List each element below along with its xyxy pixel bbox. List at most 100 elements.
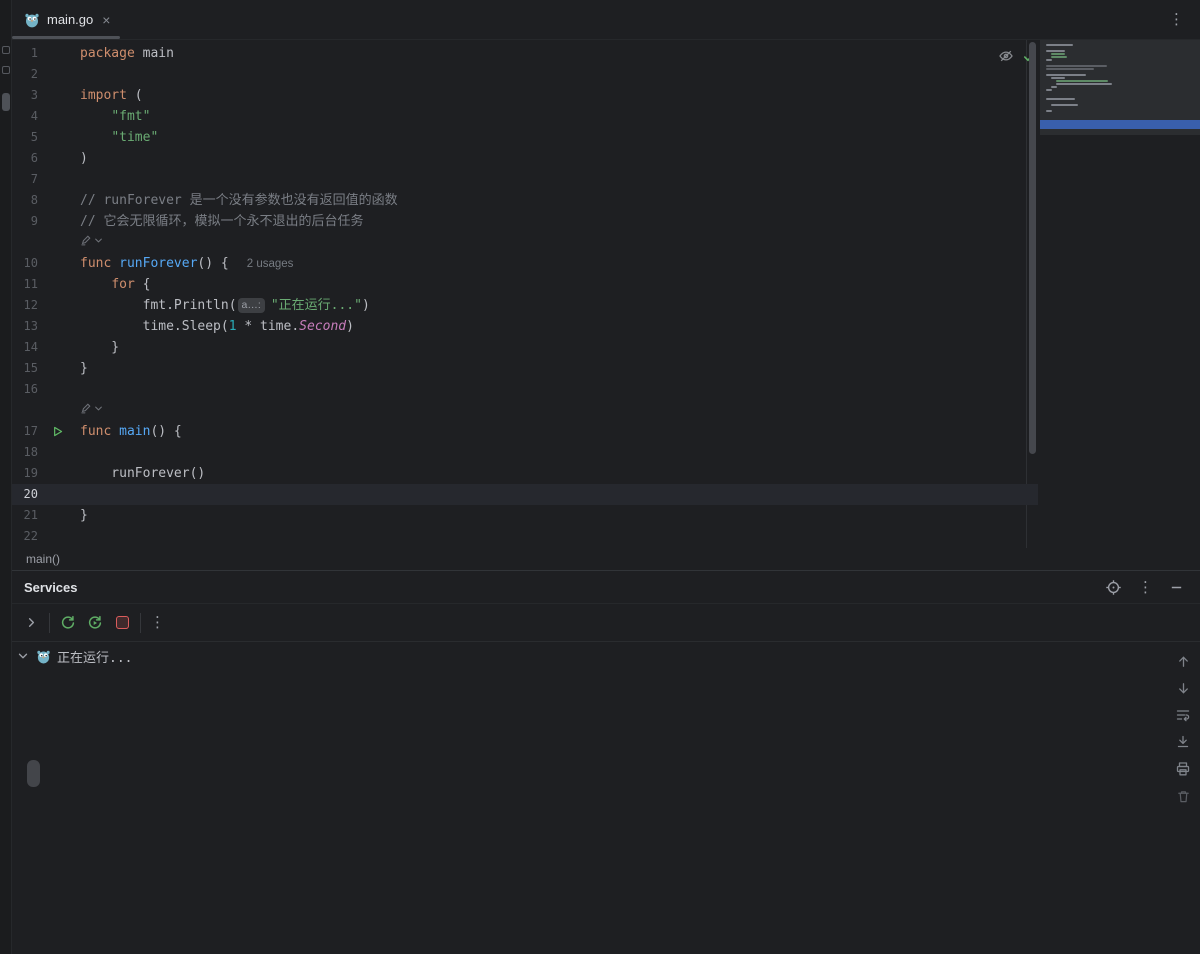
tool-window-stub-handle[interactable] — [2, 93, 10, 111]
code-editor[interactable]: 1 package main 23import (4 "fmt"5 "time"6)… — [12, 40, 1200, 548]
line-number[interactable]: 7 — [12, 169, 38, 190]
code-text[interactable] — [76, 169, 1038, 190]
line-number[interactable]: 3 — [12, 85, 38, 106]
hide-panel-icon[interactable] — [1169, 580, 1184, 595]
line-number[interactable]: 12 — [12, 295, 38, 316]
line-number[interactable]: 15 — [12, 358, 38, 379]
minimap[interactable] — [1040, 40, 1200, 135]
code-text[interactable]: // runForever 是一个没有参数也没有返回值的函数 — [76, 190, 1038, 211]
line-number[interactable] — [12, 400, 38, 421]
line-number[interactable]: 1 — [12, 43, 38, 64]
line-number[interactable]: 11 — [12, 274, 38, 295]
code-text[interactable]: for { — [76, 274, 1038, 295]
code-line[interactable]: 9 // 它会无限循环，模拟一个永不退出的后台任务 — [12, 211, 1038, 232]
code-text[interactable] — [76, 484, 1038, 505]
print-icon[interactable] — [1174, 760, 1192, 778]
line-number[interactable]: 21 — [12, 505, 38, 526]
code-line[interactable]: 7 — [12, 169, 1038, 190]
code-text[interactable]: func runForever() {2 usages — [76, 253, 1038, 274]
line-number[interactable]: 20 — [12, 484, 38, 505]
code-line[interactable]: 11 for { — [12, 274, 1038, 295]
no-highlighting-eye-icon[interactable] — [998, 48, 1014, 64]
code-text[interactable] — [76, 64, 1038, 85]
soft-wrap-icon[interactable] — [1174, 706, 1192, 724]
editor-scrollbar-thumb[interactable] — [1029, 42, 1036, 454]
tab-main-go[interactable]: main.go × — [12, 0, 120, 39]
code-line[interactable]: 3import ( — [12, 85, 1038, 106]
code-line[interactable]: 5 "time" — [12, 127, 1038, 148]
tool-window-stub-icon[interactable] — [2, 46, 10, 54]
services-more-icon[interactable]: ⋮ — [1138, 580, 1153, 595]
code-text[interactable]: } — [76, 505, 1038, 526]
code-line[interactable]: 4 "fmt" — [12, 106, 1038, 127]
code-text[interactable]: } — [76, 358, 1038, 379]
rendered-doc-toggle-icon[interactable] — [80, 402, 103, 414]
code-line[interactable]: 15} — [12, 358, 1038, 379]
code-line[interactable]: 14 } — [12, 337, 1038, 358]
code-line[interactable]: 21} — [12, 505, 1038, 526]
code-text[interactable]: fmt.Println(a…:"正在运行...") — [76, 295, 1038, 316]
code-line[interactable]: 19 runForever() — [12, 463, 1038, 484]
line-number[interactable]: 8 — [12, 190, 38, 211]
line-number[interactable]: 13 — [12, 316, 38, 337]
toolbar-more-icon[interactable]: ⋮ — [150, 615, 165, 630]
target-icon[interactable] — [1105, 579, 1122, 596]
code-text[interactable] — [76, 400, 1038, 421]
line-number[interactable]: 10 — [12, 253, 38, 274]
scroll-up-icon[interactable] — [1174, 652, 1192, 670]
code-line[interactable]: 18 — [12, 442, 1038, 463]
line-number[interactable] — [12, 232, 38, 253]
code-line[interactable]: 13 time.Sleep(1 * time.Second) — [12, 316, 1038, 337]
line-number[interactable]: 14 — [12, 337, 38, 358]
collapse-chevron-icon[interactable] — [16, 649, 30, 663]
line-number[interactable]: 22 — [12, 526, 38, 547]
run-console[interactable]: 正在运行... — [12, 642, 1200, 954]
code-text[interactable]: runForever() — [76, 463, 1038, 484]
line-number[interactable]: 17 — [12, 421, 38, 442]
code-line[interactable]: 12 fmt.Println(a…:"正在运行...") — [12, 295, 1038, 316]
line-number[interactable]: 6 — [12, 148, 38, 169]
console-scrollbar-thumb[interactable] — [27, 760, 40, 787]
code-text[interactable] — [76, 526, 1038, 547]
rerun-button[interactable] — [59, 614, 77, 632]
line-number[interactable]: 18 — [12, 442, 38, 463]
clear-trash-icon[interactable] — [1174, 787, 1192, 805]
code-text[interactable] — [76, 442, 1038, 463]
code-line[interactable]: 10 func runForever() {2 usages — [12, 253, 1038, 274]
code-line[interactable]: 20 — [12, 484, 1038, 505]
code-text[interactable]: package main — [76, 43, 1038, 64]
scroll-down-icon[interactable] — [1174, 679, 1192, 697]
code-text[interactable] — [76, 379, 1038, 400]
code-text[interactable]: time.Sleep(1 * time.Second) — [76, 316, 1038, 337]
code-line[interactable]: 6) — [12, 148, 1038, 169]
line-number[interactable]: 4 — [12, 106, 38, 127]
code-text[interactable]: ) — [76, 148, 1038, 169]
run-gutter-icon[interactable] — [38, 421, 76, 442]
code-line[interactable]: 1 package main — [12, 43, 1038, 64]
line-number[interactable]: 5 — [12, 127, 38, 148]
code-line[interactable] — [12, 232, 1038, 253]
code-line[interactable]: 16 — [12, 379, 1038, 400]
code-line[interactable]: 22 — [12, 526, 1038, 547]
code-line[interactable]: 2 — [12, 64, 1038, 85]
tool-window-stub-icon[interactable] — [2, 66, 10, 74]
rerun-configuration-button[interactable] — [86, 614, 104, 632]
editor-more-actions-icon[interactable]: ⋮ — [1169, 12, 1184, 27]
code-text[interactable]: func main() { — [76, 421, 1038, 442]
breadcrumb[interactable]: main() — [26, 552, 60, 566]
line-number[interactable]: 9 — [12, 211, 38, 232]
line-number[interactable]: 2 — [12, 64, 38, 85]
code-text[interactable]: "fmt" — [76, 106, 1038, 127]
usages-inlay[interactable]: 2 usages — [247, 258, 294, 270]
tab-close-icon[interactable]: × — [102, 12, 110, 28]
code-text[interactable]: // 它会无限循环，模拟一个永不退出的后台任务 — [76, 211, 1038, 232]
code-line[interactable] — [12, 400, 1038, 421]
line-number[interactable]: 16 — [12, 379, 38, 400]
expand-tree-chevron-icon[interactable] — [22, 614, 40, 632]
line-number[interactable]: 19 — [12, 463, 38, 484]
code-line[interactable]: 8 // runForever 是一个没有参数也没有返回值的函数 — [12, 190, 1038, 211]
code-line[interactable]: 17 func main() { — [12, 421, 1038, 442]
code-text[interactable] — [76, 232, 1038, 253]
minimap-viewport[interactable] — [1040, 120, 1200, 129]
code-text[interactable]: } — [76, 337, 1038, 358]
